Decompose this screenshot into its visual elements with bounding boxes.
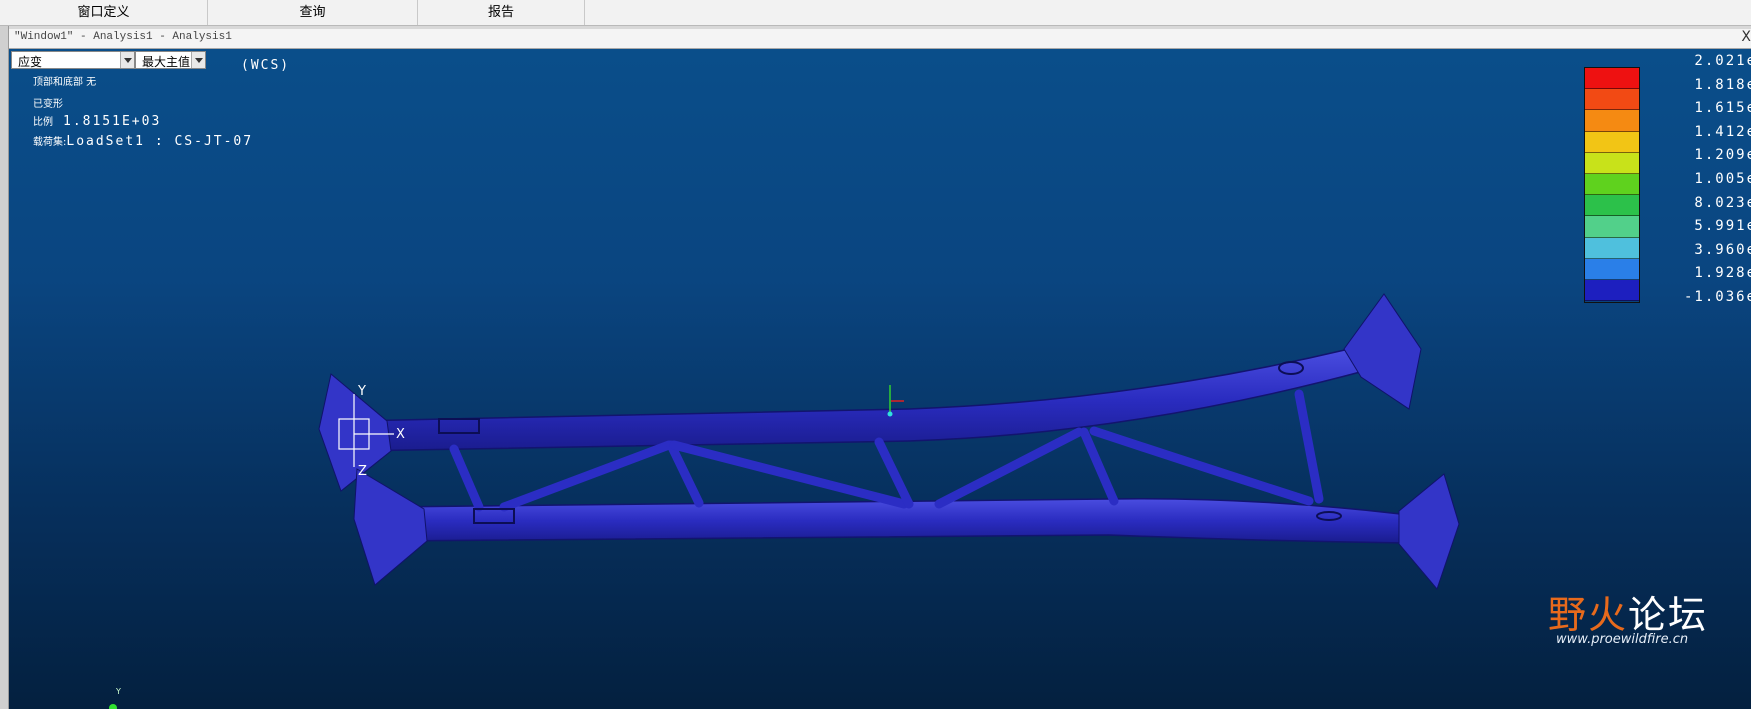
menu-bar: 窗口定义 查询 报告	[0, 0, 1751, 26]
triad-x-label: X	[396, 427, 405, 442]
close-icon[interactable]: X	[1741, 29, 1751, 45]
flange-upper-left	[318, 373, 392, 492]
graphics-viewport[interactable]: 应变 最大主值 (WCS) 顶部和底部 无 已变形 比例 1.8151E+03 载…	[9, 49, 1751, 709]
corner-axis-y-label: Y	[115, 687, 121, 696]
window-titlebar: "Window1" - Analysis1 - Analysis1 X	[9, 29, 1751, 49]
triad-z-label: Z	[358, 464, 367, 479]
corner-axis-dot	[109, 704, 117, 709]
left-frame	[0, 26, 9, 709]
menu-query[interactable]: 查询	[208, 0, 418, 25]
truss-model[interactable]: Y X Z Y	[9, 49, 1751, 709]
upper-chord	[353, 348, 1366, 452]
watermark-text-left: 野火	[1548, 593, 1629, 637]
window-title: "Window1" - Analysis1 - Analysis1	[14, 31, 232, 43]
flange-upper-right	[1343, 293, 1422, 410]
flange-lower-right	[1398, 473, 1460, 590]
menu-window-definition[interactable]: 窗口定义	[0, 0, 208, 25]
watermark-text-right: 论坛	[1628, 593, 1709, 637]
triad-y-label: Y	[357, 384, 366, 399]
menu-report[interactable]: 报告	[418, 0, 585, 25]
watermark-url: www.proewildfire.cn	[1556, 632, 1689, 647]
flange-lower-left	[353, 468, 428, 586]
watermark-logo: 野火论坛	[1548, 584, 1708, 639]
